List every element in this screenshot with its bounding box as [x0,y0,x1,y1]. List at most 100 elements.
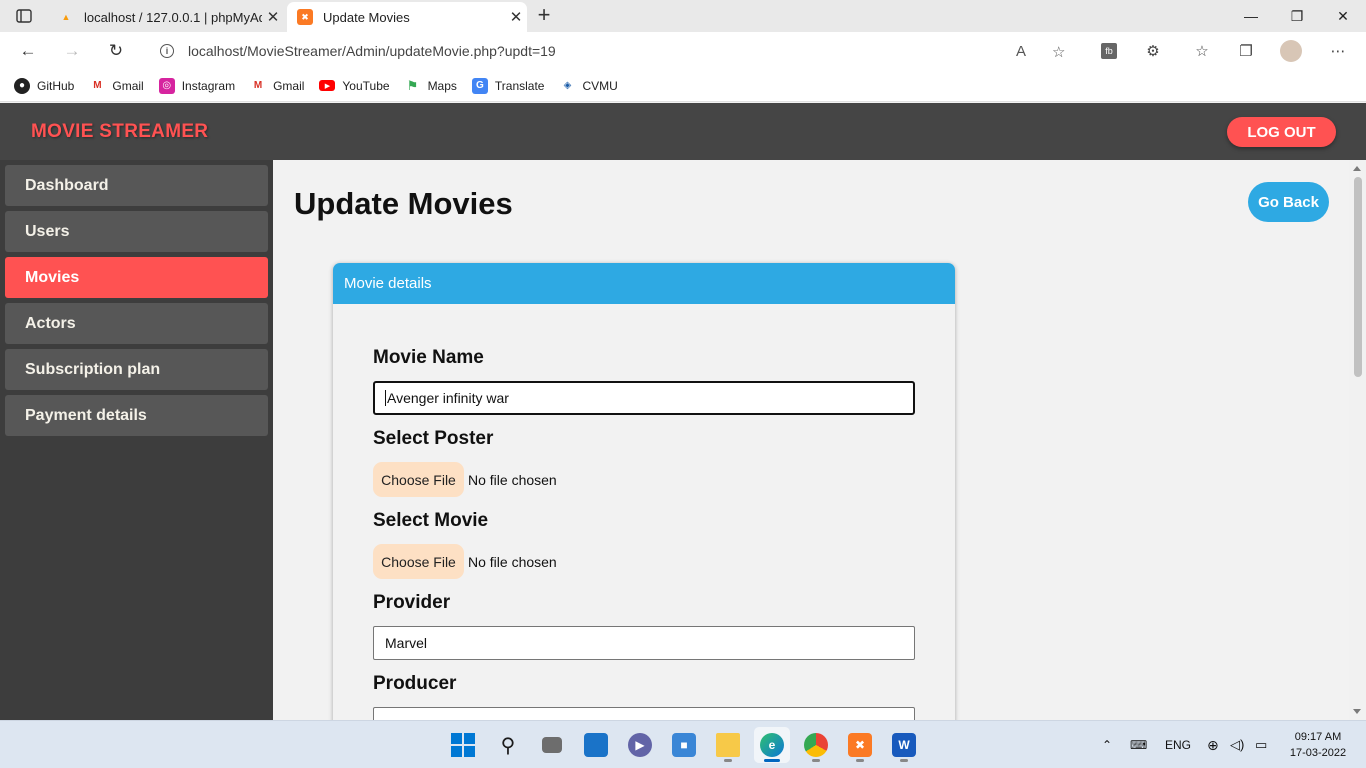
edge-button[interactable]: e [754,727,790,763]
gmail-icon: M [253,80,263,91]
edge-icon: e [760,733,784,757]
collections-icon[interactable]: ❐ [1235,40,1257,62]
bookmark-gmail-2[interactable]: M Gmail [250,78,305,94]
poster-file-input[interactable]: Choose File No file chosen [373,462,557,497]
chrome-button[interactable] [798,727,834,763]
bookmark-gmail[interactable]: M Gmail [89,78,144,94]
back-button[interactable]: ← [16,40,40,62]
bookmark-cvmu[interactable]: ◈ CVMU [559,78,618,94]
provider-input[interactable]: Marvel [373,626,915,660]
web-page: MOVIE STREAMER LOG OUT Dashboard Users M… [0,103,1366,720]
word-button[interactable]: W [886,727,922,763]
running-indicator [856,759,864,762]
sidebar-item-dashboard[interactable]: Dashboard [5,165,268,206]
browser-tab-strip: ▲ localhost / 127.0.0.1 | phpMyAdmin ✕ ✖… [0,0,1366,32]
running-indicator [764,759,780,762]
restore-button[interactable]: ❐ [1274,0,1320,32]
tab-phpmyadmin[interactable]: ▲ localhost / 127.0.0.1 | phpMyAdmin ✕ [48,2,284,32]
youtube-icon: ▶ [319,80,336,91]
producer-label: Producer [373,673,457,694]
reload-button[interactable]: ↻ [104,40,128,62]
keyboard-icon[interactable]: ⌨ [1130,721,1147,768]
clock-time: 09:17 AM [1294,731,1342,743]
phpmyadmin-icon: ▲ [61,12,71,22]
scroll-thumb[interactable] [1354,177,1362,377]
movie-file-status: No file chosen [468,553,557,570]
text-caret [385,390,386,406]
teams-chat-button[interactable]: ▶ [622,727,658,763]
minimize-button[interactable]: — [1228,0,1274,32]
extensions-icon[interactable]: ⚙ [1142,40,1164,62]
choose-poster-button[interactable]: Choose File [373,462,464,497]
word-icon: W [892,733,916,757]
close-window-button[interactable]: ✕ [1320,0,1366,32]
scroll-up-icon[interactable] [1353,166,1361,171]
go-back-button[interactable]: Go Back [1248,182,1329,222]
widgets-button[interactable] [578,727,614,763]
more-menu-icon[interactable]: ⋯ [1327,40,1349,62]
provider-value: Marvel [385,635,428,651]
system-clock[interactable]: 09:17 AM 17-03-2022 [1282,729,1354,761]
brand-logo[interactable]: MOVIE STREAMER [31,121,208,143]
select-movie-label: Select Movie [373,510,489,531]
close-icon[interactable]: ✕ [505,8,527,26]
movie-name-value: Avenger infinity war [387,390,509,406]
sidebar-item-users[interactable]: Users [5,211,268,252]
start-button[interactable] [445,727,481,763]
sidebar-item-movies[interactable]: Movies [5,257,268,298]
xampp-button[interactable]: ✖ [842,727,878,763]
new-tab-button[interactable]: + [532,4,556,28]
card-header: Movie details [333,263,955,304]
provider-label: Provider [373,592,451,613]
page-scrollbar[interactable] [1349,160,1366,720]
volume-icon[interactable]: ◁) [1230,721,1244,768]
windows-taskbar: ⚲ ▶ ■ e ✖ W ⌃ ⌨ ENG ⊕ ◁) ▭ 09:17 AM 17-0… [0,720,1366,768]
poster-file-status: No file chosen [468,471,557,488]
bookmark-maps[interactable]: ⚑ Maps [405,78,457,94]
close-icon[interactable]: ✕ [262,8,284,26]
file-explorer-button[interactable] [710,727,746,763]
running-indicator [724,759,732,762]
hidden-icons-chevron-icon[interactable]: ⌃ [1102,721,1112,768]
language-indicator[interactable]: ENG [1165,721,1191,768]
bookmark-translate[interactable]: G Translate [471,77,544,94]
info-icon[interactable]: i [160,44,174,58]
tab-update-movies[interactable]: ✖ Update Movies ✕ [287,2,527,32]
profile-avatar[interactable] [1280,40,1302,62]
maps-icon: ⚑ [406,77,419,93]
choose-movie-button[interactable]: Choose File [373,544,464,579]
bookmark-github[interactable]: ● GitHub [14,77,74,94]
favorites-icon[interactable]: ☆ [1191,40,1213,62]
network-icon[interactable]: ⊕ [1207,721,1219,768]
bookmarks-bar: ● GitHub M Gmail ◎ Instagram M Gmail ▶ Y… [0,70,1366,102]
sidebar-item-subscription-plan[interactable]: Subscription plan [5,349,268,390]
page-title: Update Movies [294,186,513,221]
logout-button[interactable]: LOG OUT [1227,117,1336,147]
url-text: localhost/MovieStreamer/Admin/updateMovi… [188,43,556,59]
instagram-icon: ◎ [158,77,175,94]
github-icon: ● [14,77,30,94]
movie-file-input[interactable]: Choose File No file chosen [373,544,557,579]
forward-button[interactable]: → [60,40,84,62]
widgets-icon [584,733,608,757]
sidebar-item-payment-details[interactable]: Payment details [5,395,268,436]
scroll-down-icon[interactable] [1353,709,1361,714]
running-indicator [900,759,908,762]
store-button[interactable]: ■ [666,727,702,763]
add-favorite-icon[interactable]: ☆ [1052,43,1065,61]
task-view-button[interactable] [534,727,570,763]
bookmark-instagram[interactable]: ◎ Instagram [158,77,235,94]
bookmark-youtube[interactable]: ▶ YouTube [319,79,390,93]
search-button[interactable]: ⚲ [490,727,526,763]
store-icon: ■ [672,733,696,757]
translate-icon: G [471,77,488,94]
battery-icon[interactable]: ▭ [1255,721,1267,768]
producer-input[interactable] [373,707,915,720]
tab-actions-icon[interactable] [10,6,38,26]
extension-icon[interactable]: fb [1098,40,1120,62]
movie-name-input[interactable]: Avenger infinity war [373,381,915,415]
read-aloud-icon[interactable]: A [1016,43,1026,60]
address-bar[interactable]: i localhost/MovieStreamer/Admin/updateMo… [144,37,1081,65]
task-view-icon [542,737,562,753]
sidebar-item-actors[interactable]: Actors [5,303,268,344]
